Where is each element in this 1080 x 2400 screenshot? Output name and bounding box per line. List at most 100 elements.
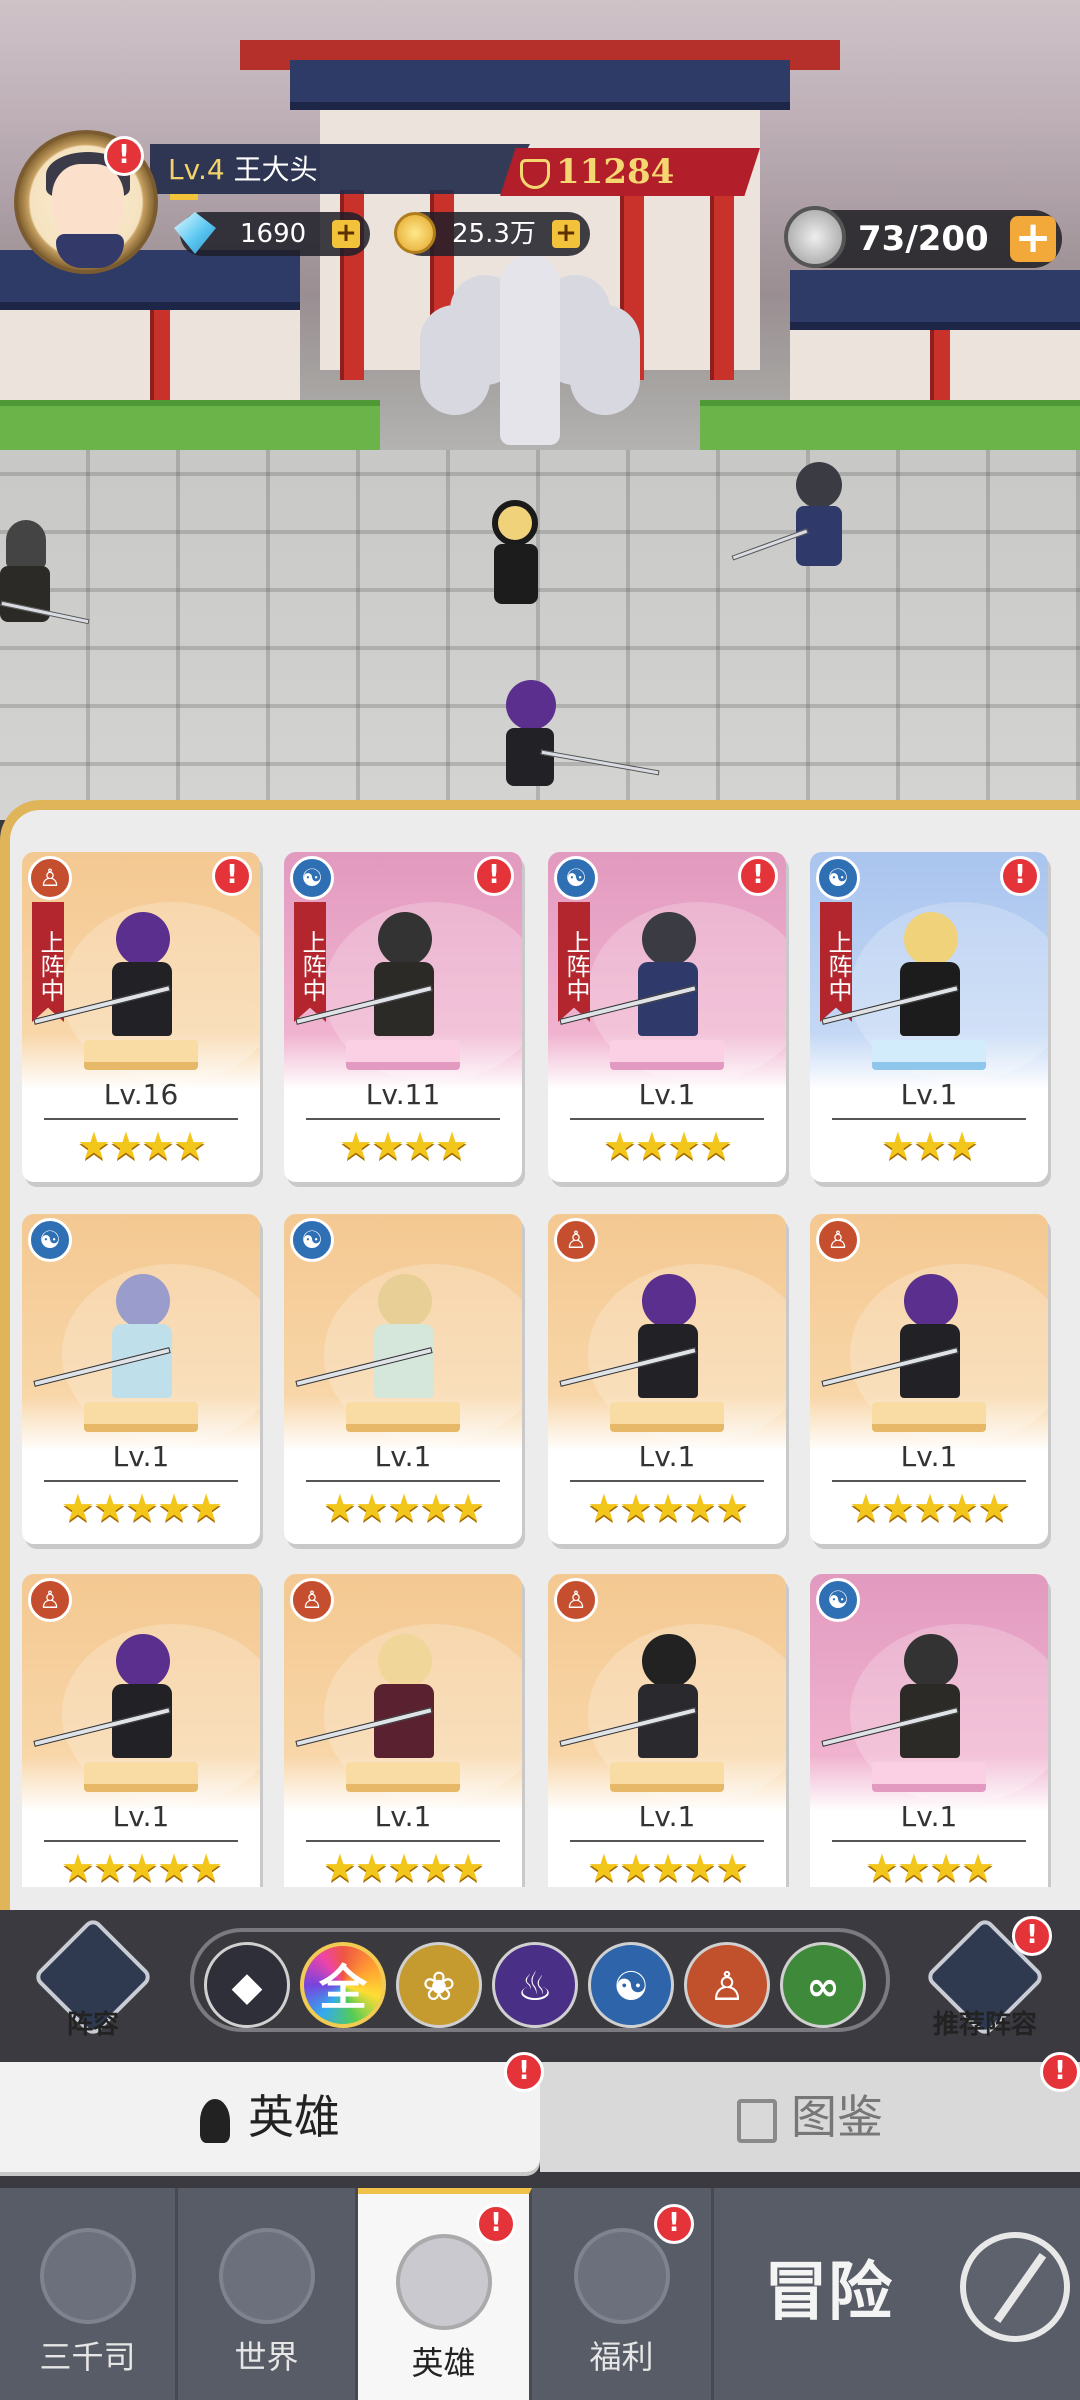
add-gems-button[interactable]: + (332, 220, 360, 248)
hero-silhouette-icon (200, 2098, 230, 2143)
codex-alert-badge: ! (1040, 2052, 1080, 2092)
lineup-button[interactable]: 阵容 (32, 1916, 154, 2040)
hero-card-grid[interactable]: ♙ 上阵中 Lv.16 ★★★★! ☯ 上阵中 Lv.11 ★★★★! ☯ 上阵中 Lv.1 ★★★★… (22, 852, 1062, 1887)
locked-globe-icon (218, 2228, 315, 2324)
hero-card[interactable]: ☯ Lv.1 ★★★★★ (284, 1214, 522, 1544)
add-gold-button[interactable]: + (552, 220, 580, 248)
rank-filter-button[interactable]: ◆ (204, 1942, 290, 2028)
water-faction-icon: ☯ (28, 1218, 72, 1262)
combat-power: 11284 (520, 148, 740, 196)
fire-faction-icon: ♙ (28, 856, 72, 900)
hero-level: Lv.1 (374, 1800, 432, 1833)
hero-card[interactable]: ♙ Lv.1 ★★★★★ (284, 1574, 522, 1887)
coin-icon (394, 212, 436, 254)
hero-level: Lv.1 (900, 1800, 958, 1833)
hero-card[interactable]: ☯ Lv.1 ★★★★ (810, 1574, 1048, 1887)
masked-hero-sprite[interactable] (0, 520, 90, 630)
hero-portrait (559, 912, 708, 1042)
hero-card[interactable]: ♙ 上阵中 Lv.16 ★★★★! (22, 852, 260, 1182)
experience-bar (170, 194, 198, 200)
water-faction-icon: ☯ (290, 1218, 334, 1262)
nun-hero-sprite[interactable] (480, 500, 550, 610)
combat-power-value: 11284 (556, 152, 675, 192)
wind-filter-button[interactable]: ∞ (780, 1942, 866, 2028)
hero-star-rating: ★★★★★ (586, 1846, 749, 1887)
tab-heroes-label: 英雄 (0, 2062, 540, 2172)
hero-star-rating: ★★★★ (76, 1124, 207, 1168)
fire-filter-button[interactable]: ♙ (684, 1942, 770, 2028)
lotus-filter-button[interactable]: ❀ (396, 1942, 482, 2028)
hero-star-rating: ★★★★ (602, 1124, 733, 1168)
deployed-ribbon: 上阵中 (32, 902, 64, 1022)
swordsman-hero-sprite[interactable] (731, 462, 860, 572)
all-filter-button[interactable]: 全 (300, 1942, 386, 2028)
player-level: Lv.4 (168, 153, 225, 186)
nav-world[interactable]: 世界 (178, 2188, 358, 2400)
fire-faction-icon: ♙ (554, 1578, 598, 1622)
hero-pedestal (872, 1402, 986, 1432)
book-icon (737, 2098, 777, 2143)
hero-level: Lv.11 (365, 1078, 441, 1111)
hero-star-rating: ★★★★★ (322, 1846, 485, 1887)
temple-pillar (710, 190, 734, 380)
hero-level: Lv.1 (374, 1440, 432, 1473)
deployed-ribbon: 上阵中 (558, 902, 590, 1022)
hero-portrait (295, 1274, 444, 1404)
hero-pedestal (872, 1762, 986, 1792)
temple-roof (290, 60, 790, 110)
hero-level: Lv.1 (638, 1440, 696, 1473)
hero-star-rating: ★★★★ (864, 1846, 995, 1887)
pagoda-icon (39, 2228, 136, 2324)
hero-card[interactable]: ☯ 上阵中 Lv.11 ★★★★! (284, 852, 522, 1182)
deployed-ribbon: 上阵中 (820, 902, 852, 1022)
hero-pedestal (346, 1762, 460, 1792)
fire-faction-icon: ♙ (290, 1578, 334, 1622)
hero-alert-badge: ! (738, 856, 778, 896)
lineup-label: 阵容 (66, 2010, 119, 2040)
faction-filter-bar: ◆ 全 ❀ ♨ ☯ ♙ ∞ (190, 1928, 890, 2032)
fire-faction-icon: ♙ (28, 1578, 72, 1622)
hero-card[interactable]: ☯ 上阵中 Lv.1 ★★★! (810, 852, 1048, 1182)
heroes-tab-alert-badge: ! (504, 2052, 544, 2092)
hero-portrait (295, 912, 444, 1042)
hero-card[interactable]: ☯ 上阵中 Lv.1 ★★★★! (548, 852, 786, 1182)
water-faction-icon: ☯ (816, 1578, 860, 1622)
hero-card[interactable]: ♙ Lv.1 ★★★★★ (810, 1214, 1048, 1544)
hero-pedestal (84, 1762, 198, 1792)
compass-icon (960, 2232, 1070, 2342)
hero-star-rating: ★★★★★ (60, 1486, 223, 1530)
gift-box-icon (573, 2228, 670, 2324)
nav-heroes-alert-badge: ! (476, 2204, 516, 2244)
tab-heroes[interactable]: 英雄 (0, 2062, 540, 2172)
hero-portrait (33, 912, 182, 1042)
gem-count: 1690 (240, 219, 307, 249)
hero-pedestal (84, 1040, 198, 1070)
nav-adventure[interactable]: 冒险 (714, 2188, 1080, 2400)
hero-portrait-icon (395, 2234, 492, 2330)
hero-level: Lv.1 (638, 1078, 696, 1111)
hero-level: Lv.1 (638, 1800, 696, 1833)
nav-welfare-alert-badge: ! (654, 2204, 694, 2244)
nav-sanqiansi[interactable]: 三千司 (0, 2188, 178, 2400)
ponytail-hero-sprite[interactable] (490, 680, 660, 790)
hero-star-rating: ★★★★★ (848, 1486, 1011, 1530)
hero-card[interactable]: ♙ Lv.1 ★★★★★ (548, 1574, 786, 1887)
add-stamina-button[interactable]: + (1010, 216, 1056, 262)
shadow-filter-button[interactable]: ♨ (492, 1942, 578, 2028)
hero-card[interactable]: ☯ Lv.1 ★★★★★ (22, 1214, 260, 1544)
hero-star-rating: ★★★ (880, 1124, 979, 1168)
tab-codex[interactable]: 图鉴 (540, 2062, 1080, 2172)
hero-card[interactable]: ♙ Lv.1 ★★★★★ (548, 1214, 786, 1544)
fire-faction-icon: ♙ (554, 1218, 598, 1262)
right-building-roof (790, 270, 1080, 330)
water-filter-button[interactable]: ☯ (588, 1942, 674, 2028)
hero-pedestal (610, 1040, 724, 1070)
hero-pedestal (346, 1402, 460, 1432)
hero-card[interactable]: ♙ Lv.1 ★★★★★ (22, 1574, 260, 1887)
fox-statue (420, 255, 640, 455)
player-name: 王大头 (233, 153, 318, 186)
hero-portrait (295, 1634, 444, 1764)
stamina-icon (784, 206, 846, 268)
player-level-name: Lv.4 王大头 (168, 150, 318, 190)
gold-count: 25.3万 (452, 219, 536, 249)
